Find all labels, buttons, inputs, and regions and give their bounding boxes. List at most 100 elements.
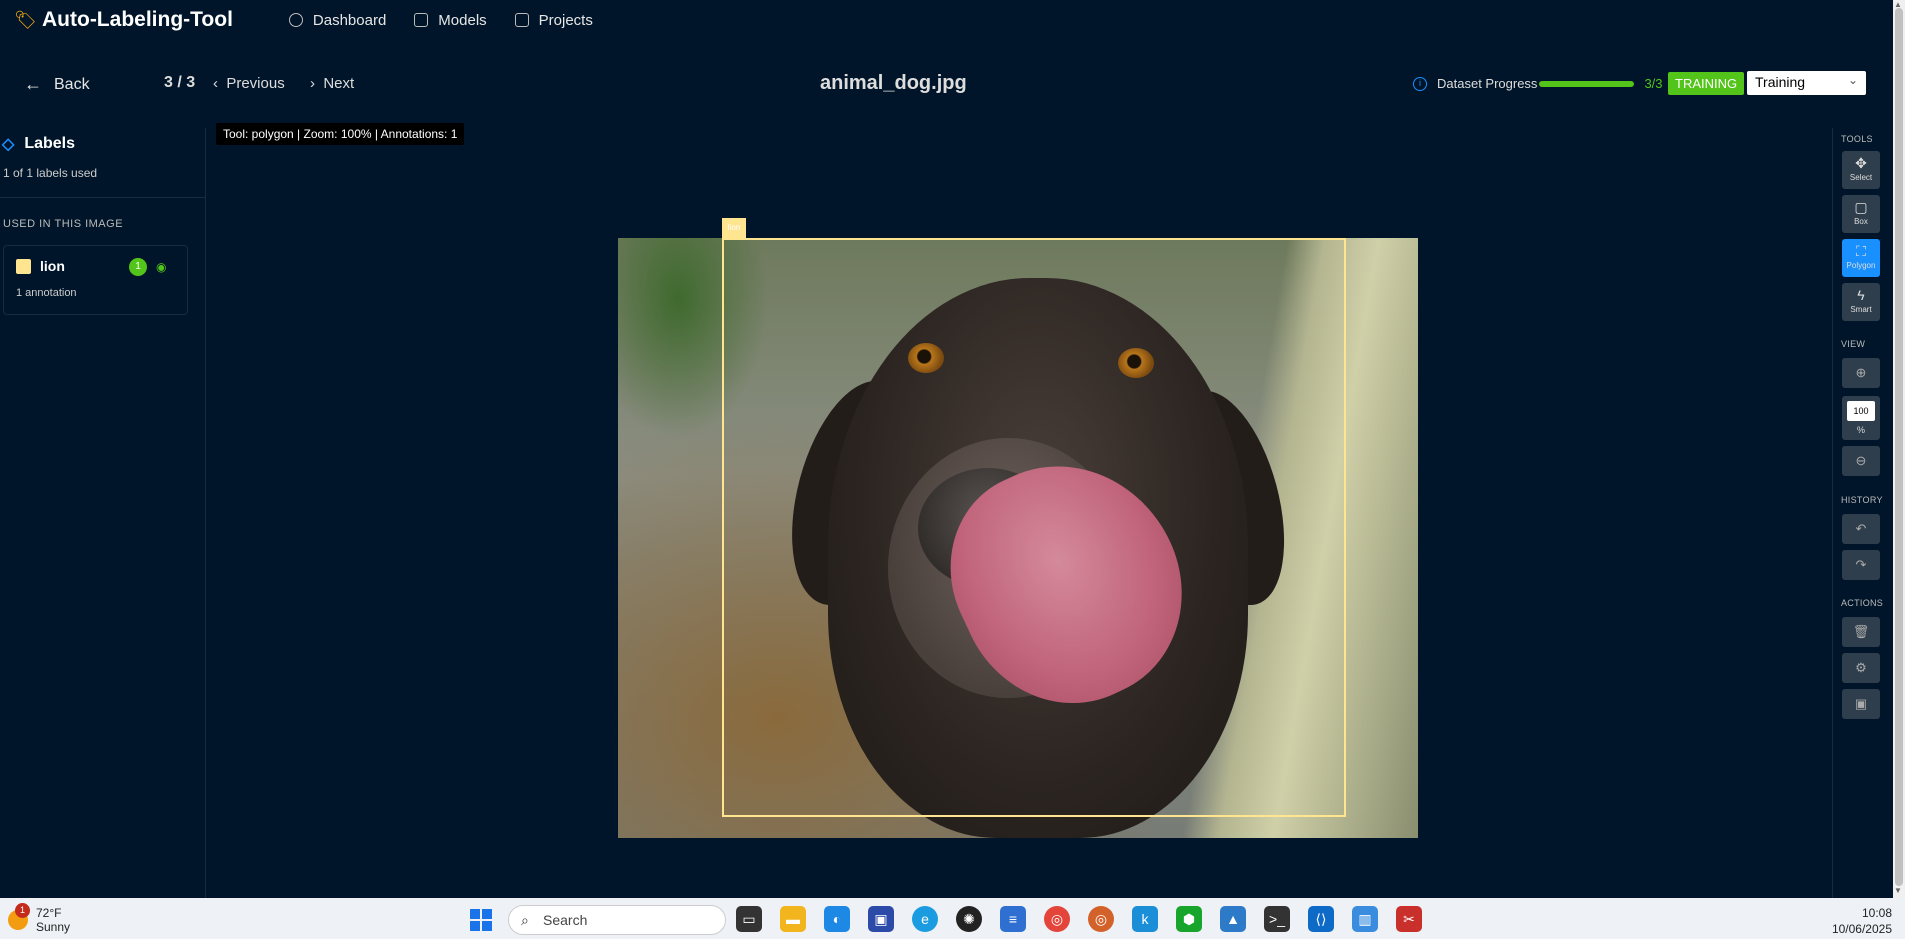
projects-icon (514, 13, 529, 27)
app-window: 🏷 Auto-Labeling-Tool Dashboard Models Pr… (0, 0, 1893, 898)
previous-button[interactable]: ‹ Previous (213, 75, 285, 92)
box-tool-button[interactable]: ▢ Box (1842, 195, 1880, 233)
previous-label: Previous (226, 75, 285, 92)
scrollbar-thumb[interactable] (1895, 8, 1903, 886)
top-nav: 🏷 Auto-Labeling-Tool Dashboard Models Pr… (0, 0, 1893, 40)
next-button[interactable]: › Next (310, 75, 354, 92)
label-color-swatch (16, 259, 31, 274)
file-explorer-icon[interactable]: ▬ (780, 906, 806, 932)
zoom-in-icon: ⊕ (1855, 365, 1867, 380)
notification-badge: 1 (15, 903, 30, 918)
clock-date: 10/06/2025 (1831, 922, 1892, 936)
smart-tool-label: Smart (1850, 305, 1872, 314)
chevron-down-icon: ⌄ (1847, 73, 1858, 87)
robot-icon: ⚙ (1855, 660, 1867, 675)
used-in-image-heading: USED IN THIS IMAGE (3, 218, 124, 230)
terminal-icon[interactable]: >_ (1264, 906, 1290, 932)
arrow-left-icon: ← (24, 74, 42, 94)
auto-label-button[interactable]: ⚙ (1842, 653, 1880, 683)
tools-panel: TOOLS ✥ Select ▢ Box ⛶ Polygon ϟ Smart V… (1832, 128, 1893, 898)
nav-projects[interactable]: Projects (514, 11, 593, 29)
taskbar-search-placeholder: Search (543, 912, 588, 928)
trash-icon: 🗑 (1852, 624, 1870, 639)
taskbar-search[interactable]: ⌕ Search (508, 905, 726, 935)
select-tool-label: Select (1849, 173, 1873, 182)
annotation-box-label: lion (722, 218, 746, 238)
weather-widget[interactable]: 1 72°F Sunny (8, 903, 71, 934)
labels-title: Labels (24, 135, 75, 152)
zoom-level: 100 % (1842, 396, 1880, 440)
system-clock[interactable]: 10:08 10/06/2025 (1820, 905, 1892, 937)
weather-condition: Sunny (36, 920, 71, 934)
undo-button[interactable]: ↶ (1842, 514, 1880, 544)
zoom-in-button[interactable]: ⊕ (1842, 358, 1880, 388)
remote-desktop-icon[interactable]: ▥ (1352, 906, 1378, 932)
info-icon: i (1413, 76, 1427, 91)
save-app-icon[interactable]: ▣ (868, 906, 894, 932)
nav-projects-label: Projects (538, 11, 593, 29)
sun-icon: 1 (8, 903, 30, 930)
save-icon: ▣ (1854, 696, 1868, 711)
chrome-icon[interactable]: ◎ (1044, 906, 1070, 932)
undo-icon: ↶ (1855, 521, 1867, 536)
snipping-tool-icon[interactable]: ✂ (1396, 906, 1422, 932)
tag-icon: 🏷 (14, 10, 37, 30)
page-scrollbar[interactable]: ▲ ▼ (1893, 0, 1905, 898)
label-annotation-count: 1 annotation (16, 287, 77, 299)
chrome-profile-icon[interactable]: ◎ (1088, 906, 1114, 932)
eye-icon[interactable]: ◉ (156, 260, 166, 274)
dataset-progress-value: 3/3 (1644, 76, 1663, 91)
zoom-out-button[interactable]: ⊖ (1842, 446, 1880, 476)
redo-icon: ↷ (1855, 557, 1867, 572)
search-icon: ⌕ (521, 912, 529, 928)
divider (0, 197, 205, 198)
windows-start-icon[interactable] (470, 909, 492, 931)
photos-icon[interactable]: ▲ (1220, 906, 1246, 932)
app-icon-green[interactable]: ⬢ (1176, 906, 1202, 932)
box-tool-label: Box (1854, 217, 1868, 226)
split-select-value: Training (1755, 74, 1806, 90)
actions-heading: ACTIONS (1841, 598, 1884, 608)
split-select[interactable]: Training ⌄ (1747, 71, 1866, 95)
select-tool-button[interactable]: ✥ Select (1842, 151, 1880, 189)
split-badge: TRAINING (1668, 72, 1745, 95)
chevron-right-icon: › (310, 75, 324, 92)
delete-button[interactable]: 🗑 (1842, 617, 1880, 647)
polygon-tool-button[interactable]: ⛶ Polygon (1842, 239, 1880, 277)
nav-models[interactable]: Models (414, 12, 487, 29)
nav-dashboard[interactable]: Dashboard (288, 11, 387, 29)
polygon-icon: ⛶ (1856, 243, 1866, 259)
label-count-badge: 1 (129, 258, 147, 276)
annotation-box[interactable] (722, 238, 1346, 817)
chatgpt-icon[interactable]: ✺ (956, 906, 982, 932)
save-button[interactable]: ▣ (1842, 689, 1880, 719)
app-icon-blue[interactable]: ◐ (824, 906, 850, 932)
labels-used-summary: 1 of 1 labels used (3, 166, 98, 180)
nav-dashboard-label: Dashboard (312, 11, 387, 29)
tools-heading: TOOLS (1841, 134, 1873, 144)
vscode-icon[interactable]: ⟨⟩ (1308, 906, 1334, 932)
app-logo[interactable]: 🏷 Auto-Labeling-Tool (14, 8, 233, 32)
smart-tool-button[interactable]: ϟ Smart (1842, 283, 1880, 321)
back-button[interactable]: ← Back (24, 74, 90, 95)
dataset-progress-label: Dataset Progress (1437, 76, 1538, 91)
tag-outline-icon: ◇ (2, 136, 15, 153)
square-icon: ▢ (1854, 199, 1868, 215)
annotation-header: ← Back 3 / 3 ‹ Previous › Next animal_do… (0, 64, 1893, 104)
app-icon-k[interactable]: k (1132, 906, 1158, 932)
redo-button[interactable]: ↷ (1842, 550, 1880, 580)
scroll-down-icon[interactable]: ▼ (1894, 886, 1902, 895)
polygon-tool-label: Polygon (1846, 261, 1876, 270)
zoom-out-icon: ⊖ (1855, 453, 1867, 468)
zoom-input[interactable]: 100 (1847, 401, 1875, 421)
task-view-icon[interactable]: ▭ (736, 906, 762, 932)
view-heading: VIEW (1841, 339, 1866, 349)
canvas-status: Tool: polygon | Zoom: 100% | Annotations… (216, 123, 465, 145)
notepad-icon[interactable]: ≡ (1000, 906, 1026, 932)
chevron-left-icon: ‹ (213, 75, 227, 92)
label-card-lion[interactable]: lion 1 ◉ 1 annotation (3, 245, 188, 315)
edge-icon[interactable]: e (912, 906, 938, 932)
clock-time: 10:08 (1861, 906, 1892, 920)
app-title: Auto-Labeling-Tool (42, 8, 233, 31)
dashboard-icon (288, 13, 303, 27)
